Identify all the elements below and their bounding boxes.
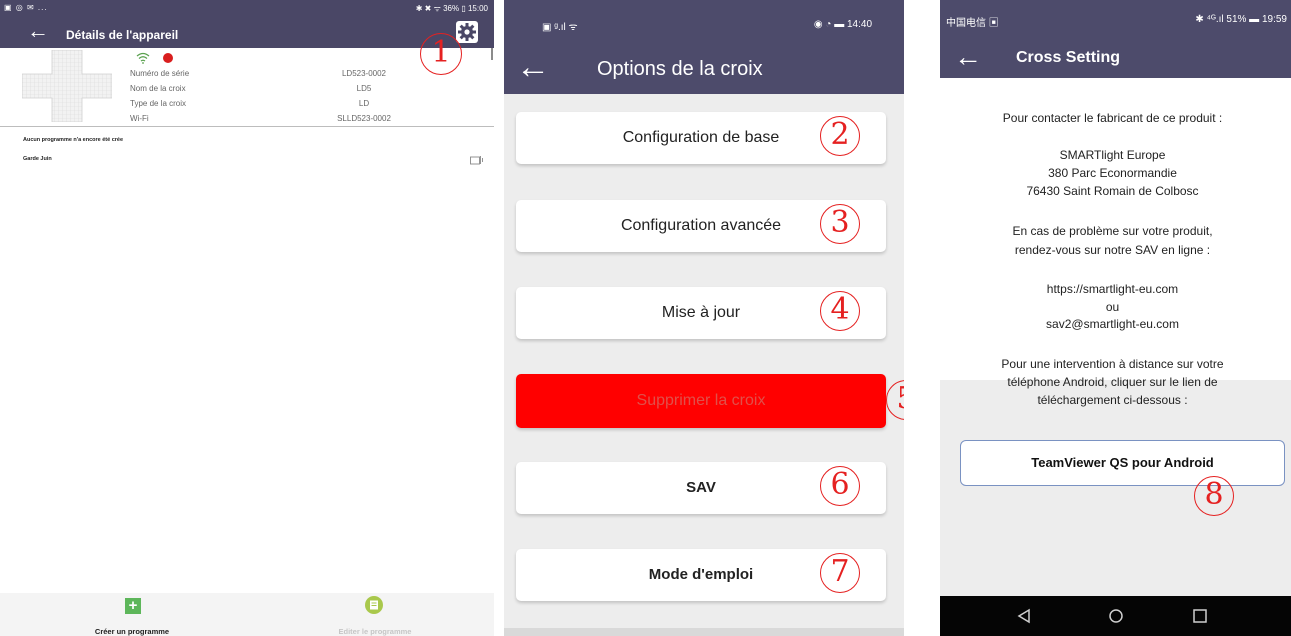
teamviewer-download-button[interactable]: TeamViewer QS pour Android (960, 440, 1285, 486)
nav-back-icon[interactable] (1016, 608, 1032, 624)
callout-5: 5 (886, 380, 904, 420)
bottom-action-bar: + Créer un programme Editer le programme (0, 593, 494, 636)
type-row: Type de la croix LD (130, 99, 430, 111)
address-line-1: 380 Parc Econormandie (1048, 166, 1177, 180)
status-signal: ▣ ᵍ.ıl ᯤ (542, 22, 578, 33)
status-bar: 中国电信 ▣ ✱ ⁴ᴳ.ıl 51% ▬ 19:59 (940, 0, 1291, 40)
wifi-label: Wi-Fi (130, 114, 149, 123)
remote-text-1: Pour une intervention à distance sur vot… (1001, 357, 1224, 371)
status-notifications: ▣ ◎ ✉ ... (4, 3, 48, 12)
android-nav-bar (940, 596, 1291, 636)
nav-recents-icon[interactable] (1192, 608, 1208, 624)
callout-3: 3 (820, 204, 860, 244)
divider (491, 48, 493, 60)
status-indicators: ◉ ◔ ▬ 14:40 (813, 19, 872, 30)
cross-options-screen: ▣ ᵍ.ıl ᯤ ◉ ◔ ▬ 14:40 ← Options de la cro… (504, 0, 904, 636)
gear-icon (458, 23, 476, 41)
program-item[interactable]: Garde Juin (23, 156, 52, 162)
callout-4: 4 (820, 291, 860, 331)
bottom-strip (504, 628, 904, 636)
name-value: LD5 (356, 84, 372, 93)
program-edit-icon[interactable] (470, 155, 484, 165)
add-icon[interactable]: + (125, 598, 141, 614)
app-bar: ← Cross Setting (940, 40, 1291, 78)
edit-program-button[interactable]: Editer le programme (305, 627, 445, 636)
callout-7: 7 (820, 553, 860, 593)
status-bar: ▣ ᵍ.ıl ᯤ ◉ ◔ ▬ 14:40 (504, 0, 904, 42)
address-line-2: 76430 Saint Romain de Colbosc (1026, 184, 1199, 198)
problem-text-1: En cas de problème sur votre produit, (1012, 224, 1213, 238)
wifi-value: SLLD523-0002 (337, 114, 391, 123)
page-title: Détails de l'appareil (66, 28, 179, 42)
app-bar: ← Options de la croix (504, 42, 904, 94)
website-link[interactable]: https://smartlight-eu.com (940, 281, 1285, 297)
divider (0, 126, 494, 127)
back-arrow-icon[interactable]: ← (27, 20, 49, 42)
back-arrow-icon[interactable]: ← (516, 50, 550, 84)
wifi-row: Wi-Fi SLLD523-0002 (130, 114, 430, 126)
remote-text-2: téléphone Android, cliquer sur le lien d… (1007, 375, 1218, 389)
serial-row: Numéro de série LD523-0002 (130, 69, 430, 81)
serial-value: LD523-0002 (341, 69, 387, 78)
callout-2: 2 (820, 116, 860, 156)
or-text: ou (1105, 300, 1120, 314)
nav-home-icon[interactable] (1108, 608, 1124, 624)
delete-cross-button[interactable]: Supprimer la croix (516, 374, 886, 428)
name-label: Nom de la croix (130, 84, 186, 93)
edit-icon[interactable] (365, 596, 383, 614)
page-title: Cross Setting (1016, 49, 1121, 66)
contact-intro: Pour contacter le fabricant de ce produi… (1002, 111, 1223, 125)
serial-label: Numéro de série (130, 69, 190, 78)
email-link[interactable]: sav2@smartlight-eu.com (940, 316, 1285, 332)
status-indicators: ✱ ✖ ᯤ 36% ▯ 15:00 (415, 4, 488, 13)
status-bar: ▣ ◎ ✉ ... ✱ ✖ ᯤ 36% ▯ 15:00 (0, 0, 494, 16)
status-indicators: ✱ ⁴ᴳ.ıl 51% ▬ 19:59 (1195, 14, 1287, 25)
create-program-button[interactable]: Créer un programme (62, 627, 202, 636)
type-value: LD (358, 99, 370, 108)
name-row: Nom de la croix LD5 (130, 84, 430, 96)
problem-text-2: rendez-vous sur notre SAV en ligne : (1014, 243, 1211, 257)
type-label: Type de la croix (130, 99, 187, 108)
company-name: SMARTlight Europe (1059, 148, 1166, 162)
status-carrier: 中国电信 ▣ (946, 18, 999, 29)
app-bar: ← Détails de l'appareil (0, 16, 494, 48)
empty-programs-message: Aucun programme n'a encore été crée (23, 137, 124, 143)
cross-image (22, 50, 112, 122)
settings-button[interactable] (456, 21, 478, 43)
callout-6: 6 (820, 466, 860, 506)
status-dot (163, 53, 173, 63)
device-details-screen: ▣ ◎ ✉ ... ✱ ✖ ᯤ 36% ▯ 15:00 ← Détails de… (0, 0, 494, 636)
callout-8: 8 (1194, 476, 1234, 516)
wifi-icon (136, 52, 150, 64)
page-title: Options de la croix (597, 58, 763, 80)
remote-text-3: téléchargement ci-dessous : (1037, 393, 1188, 407)
back-arrow-icon[interactable]: ← (954, 43, 982, 71)
edit-document-icon (370, 600, 378, 610)
cross-setting-screen: 中国电信 ▣ ✱ ⁴ᴳ.ıl 51% ▬ 19:59 ← Cross Setti… (940, 0, 1291, 636)
